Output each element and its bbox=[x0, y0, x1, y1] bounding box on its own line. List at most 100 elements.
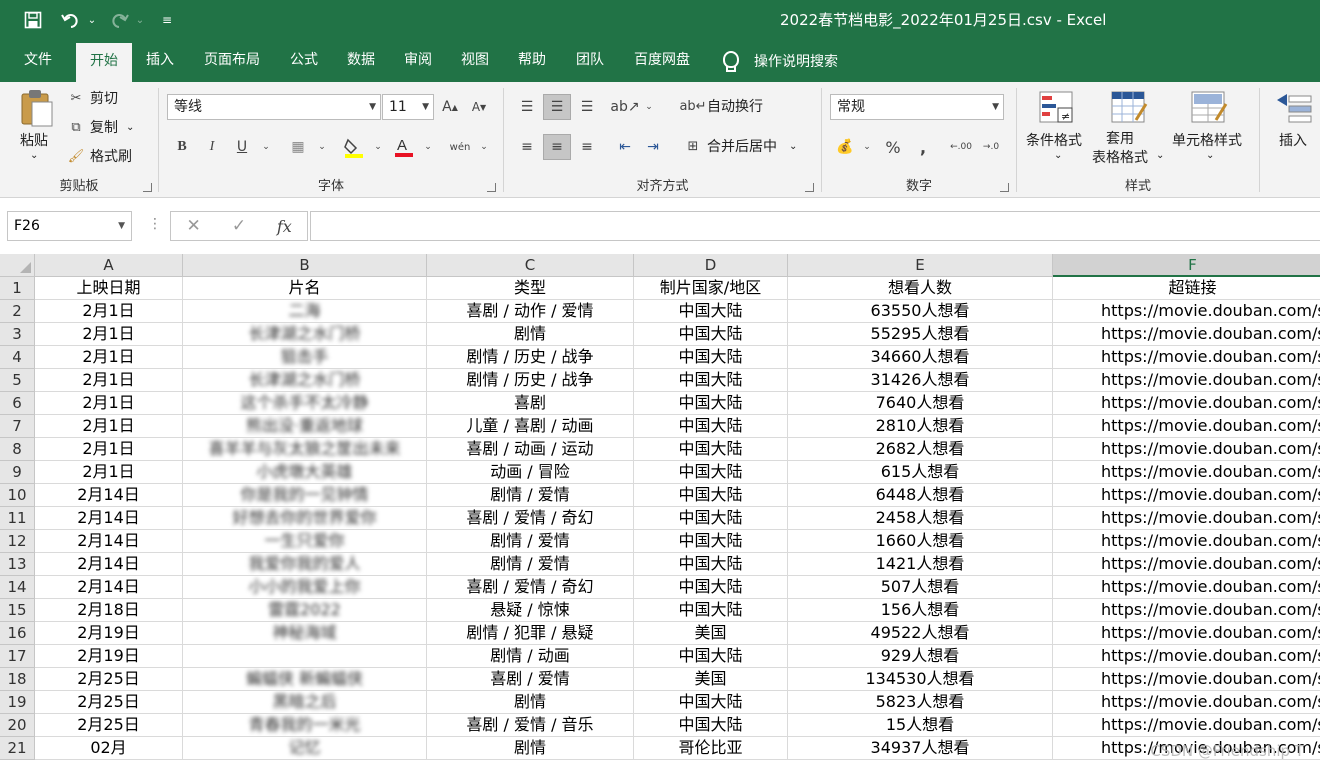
table-cell[interactable]: 悬疑 / 惊悚 bbox=[427, 599, 634, 622]
redo-dropdown-icon[interactable]: ⌄ bbox=[134, 5, 146, 35]
row-header[interactable]: 15 bbox=[0, 599, 35, 622]
table-cell[interactable]: 2月18日 bbox=[35, 599, 183, 622]
table-cell[interactable]: 记忆 bbox=[183, 737, 427, 760]
table-cell[interactable]: 神秘海域 bbox=[183, 622, 427, 645]
italic-button[interactable]: I bbox=[198, 134, 226, 160]
table-cell[interactable]: 中国大陆 bbox=[634, 461, 788, 484]
phonetic-dropdown-icon[interactable]: ⌄ bbox=[470, 134, 498, 160]
paste-dropdown-icon[interactable]: ⌄ bbox=[30, 150, 38, 161]
table-cell[interactable]: 黑暗之后 bbox=[183, 691, 427, 714]
align-top-icon[interactable]: ☰ bbox=[513, 94, 541, 120]
table-cell[interactable]: https://movie.douban.com/su bbox=[1053, 300, 1320, 323]
table-cell[interactable]: 2月19日 bbox=[35, 622, 183, 645]
conditional-formatting-button[interactable]: 条件格式 bbox=[1026, 130, 1082, 150]
table-cell[interactable]: 剧情 / 动画 bbox=[427, 645, 634, 668]
table-cell[interactable]: https://movie.douban.com/su bbox=[1053, 645, 1320, 668]
table-cell[interactable]: 中国大陆 bbox=[634, 645, 788, 668]
row-header[interactable]: 19 bbox=[0, 691, 35, 714]
increase-indent-icon[interactable]: ⇥ bbox=[639, 134, 667, 160]
table-cell[interactable]: https://movie.douban.com/su bbox=[1053, 668, 1320, 691]
cell-styles-icon[interactable] bbox=[1190, 90, 1230, 130]
table-cell[interactable]: 929人想看 bbox=[788, 645, 1053, 668]
row-header[interactable]: 20 bbox=[0, 714, 35, 737]
cell-styles-dropdown-icon[interactable]: ⌄ bbox=[1206, 150, 1214, 161]
tab-insert[interactable]: 插入 bbox=[134, 40, 186, 82]
table-cell[interactable]: 2月1日 bbox=[35, 415, 183, 438]
decrease-indent-icon[interactable]: ⇤ bbox=[611, 134, 639, 160]
column-header-e[interactable]: E bbox=[788, 254, 1053, 277]
table-cell[interactable]: 2月14日 bbox=[35, 484, 183, 507]
table-cell[interactable]: 2月25日 bbox=[35, 714, 183, 737]
redo-icon[interactable] bbox=[104, 5, 134, 35]
clipboard-launcher-icon[interactable] bbox=[143, 183, 152, 192]
table-cell[interactable]: 喜羊羊与灰太狼之筐出未来 bbox=[183, 438, 427, 461]
tell-me-search[interactable]: 操作说明搜索 bbox=[720, 40, 838, 82]
table-cell[interactable]: 49522人想看 bbox=[788, 622, 1053, 645]
table-cell[interactable]: 剧情 bbox=[427, 323, 634, 346]
table-cell[interactable]: 中国大陆 bbox=[634, 576, 788, 599]
table-cell[interactable]: https://movie.douban.com/su bbox=[1053, 415, 1320, 438]
row-header[interactable]: 16 bbox=[0, 622, 35, 645]
table-cell[interactable]: 2月14日 bbox=[35, 576, 183, 599]
table-cell[interactable]: 2月25日 bbox=[35, 668, 183, 691]
table-cell[interactable]: https://movie.douban.com/su bbox=[1053, 714, 1320, 737]
table-cell[interactable]: 中国大陆 bbox=[634, 300, 788, 323]
table-cell[interactable]: https://movie.douban.com/su bbox=[1053, 346, 1320, 369]
table-cell[interactable]: 中国大陆 bbox=[634, 714, 788, 737]
insert-function-icon[interactable]: fx bbox=[262, 217, 307, 236]
font-size-select[interactable]: 11 ▼ bbox=[382, 94, 434, 120]
table-cell[interactable]: https://movie.douban.com/su bbox=[1053, 438, 1320, 461]
table-cell[interactable]: 31426人想看 bbox=[788, 369, 1053, 392]
number-launcher-icon[interactable] bbox=[1000, 183, 1009, 192]
row-header[interactable]: 11 bbox=[0, 507, 35, 530]
row-header[interactable]: 2 bbox=[0, 300, 35, 323]
table-cell[interactable]: 63550人想看 bbox=[788, 300, 1053, 323]
table-cell[interactable]: 134530人想看 bbox=[788, 668, 1053, 691]
table-cell[interactable]: 2月14日 bbox=[35, 553, 183, 576]
enter-icon[interactable]: ✓ bbox=[216, 216, 261, 236]
table-cell[interactable]: https://movie.douban.com/su bbox=[1053, 691, 1320, 714]
worksheet-grid[interactable]: A B C D E F 1 上映日期 片名 类型 制片国家/地区 想看人数 超链接 2 2月1日 二海 喜剧 /… bbox=[0, 254, 1320, 766]
table-cell[interactable]: https://movie.douban.com/su bbox=[1053, 323, 1320, 346]
align-center-icon[interactable]: ≡ bbox=[543, 134, 571, 160]
align-middle-icon[interactable]: ☰ bbox=[543, 94, 571, 120]
grow-font-button[interactable]: A ▲ bbox=[436, 94, 464, 120]
column-header-d[interactable]: D bbox=[634, 254, 788, 277]
number-format-select[interactable]: 常规 ▼ bbox=[830, 94, 1004, 120]
row-header[interactable]: 3 bbox=[0, 323, 35, 346]
tab-view[interactable]: 视图 bbox=[451, 40, 499, 82]
table-cell[interactable]: 1660人想看 bbox=[788, 530, 1053, 553]
decrease-decimal-icon[interactable]: → .0 bbox=[977, 134, 1005, 160]
font-color-dropdown-icon[interactable]: ⌄ bbox=[414, 134, 442, 160]
row-header[interactable]: 5 bbox=[0, 369, 35, 392]
tab-team[interactable]: 团队 bbox=[566, 40, 614, 82]
table-cell[interactable]: https://movie.douban.com/su bbox=[1053, 530, 1320, 553]
table-cell[interactable]: https://movie.douban.com/su bbox=[1053, 392, 1320, 415]
align-bottom-icon[interactable]: ☰ bbox=[573, 94, 601, 120]
table-cell[interactable]: 小小的我爱上你 bbox=[183, 576, 427, 599]
row-header[interactable]: 1 bbox=[0, 277, 35, 300]
table-cell[interactable]: 儿童 / 喜剧 / 动画 bbox=[427, 415, 634, 438]
table-cell[interactable]: 7640人想看 bbox=[788, 392, 1053, 415]
undo-icon[interactable] bbox=[56, 5, 86, 35]
table-cell[interactable]: 507人想看 bbox=[788, 576, 1053, 599]
formula-input[interactable] bbox=[310, 211, 1320, 241]
table-cell[interactable]: 2月14日 bbox=[35, 507, 183, 530]
table-cell[interactable]: 中国大陆 bbox=[634, 392, 788, 415]
copy-dropdown-icon[interactable]: ⌄ bbox=[126, 122, 134, 133]
borders-dropdown-icon[interactable]: ⌄ bbox=[308, 134, 336, 160]
table-cell[interactable]: 2月1日 bbox=[35, 392, 183, 415]
table-cell[interactable]: 5823人想看 bbox=[788, 691, 1053, 714]
table-cell[interactable]: https://movie.douban.com/su bbox=[1053, 599, 1320, 622]
header-cell[interactable]: 上映日期 bbox=[35, 277, 183, 300]
comma-button[interactable]: , bbox=[909, 134, 937, 160]
table-cell[interactable]: 长津湖之水门桥 bbox=[183, 369, 427, 392]
tab-data[interactable]: 数据 bbox=[336, 40, 386, 82]
table-cell[interactable]: 狙击手 bbox=[183, 346, 427, 369]
column-header-c[interactable]: C bbox=[427, 254, 634, 277]
table-cell[interactable]: 这个杀手不太冷静 bbox=[183, 392, 427, 415]
row-header[interactable]: 6 bbox=[0, 392, 35, 415]
table-cell[interactable]: 2810人想看 bbox=[788, 415, 1053, 438]
table-cell[interactable]: 2月1日 bbox=[35, 346, 183, 369]
table-cell[interactable] bbox=[183, 645, 427, 668]
